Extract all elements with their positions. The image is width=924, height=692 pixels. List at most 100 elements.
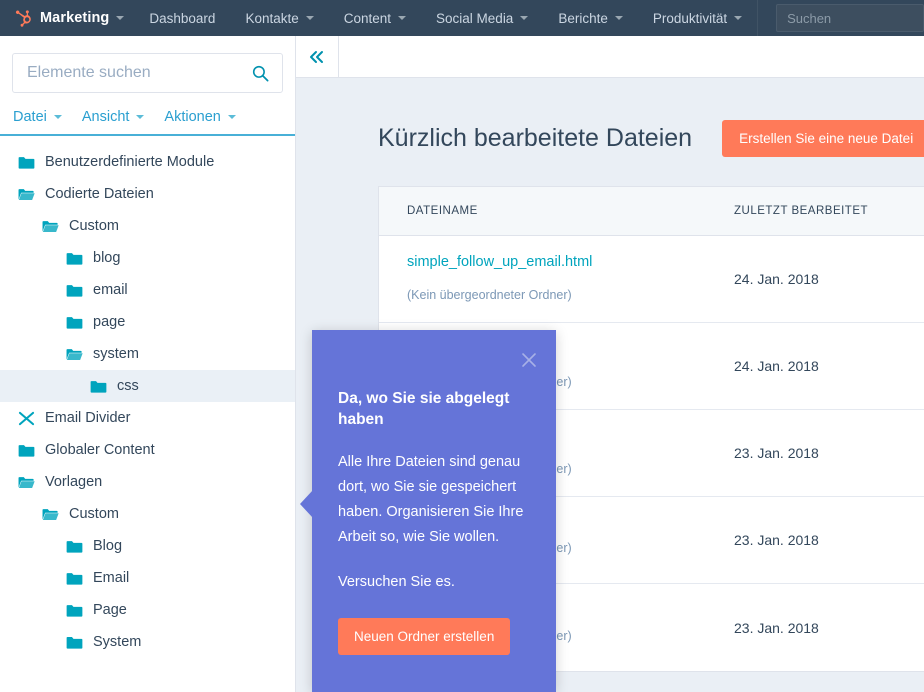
folder-closed-icon — [18, 156, 35, 169]
tree-item-css[interactable]: css — [0, 370, 295, 402]
cell-last-edited: 23. Jan. 2018 — [734, 619, 819, 636]
chevron-down-icon — [614, 16, 623, 20]
tooltip-body: Da, wo Sie sie abgelegt haben Alle Ihre … — [312, 330, 556, 656]
column-header-last-edited[interactable]: ZULETZT BEARBEITET — [734, 205, 924, 217]
folder-closed-icon — [90, 380, 107, 393]
chevron-down-icon — [398, 16, 407, 20]
search-input[interactable]: Elemente suchen — [12, 53, 283, 93]
main-toolbar — [296, 36, 924, 78]
nav-divider — [757, 0, 759, 36]
page-title: Kürzlich bearbeitete Dateien — [378, 124, 693, 152]
brand-label: Marketing — [40, 10, 110, 26]
panel-header: Kürzlich bearbeitete Dateien Erstellen S… — [378, 120, 924, 157]
tree-item-blog[interactable]: Blog — [0, 530, 295, 562]
tooltip-arrow — [300, 490, 313, 518]
search-icon[interactable] — [251, 64, 270, 83]
nav-item-content[interactable]: Content — [329, 0, 421, 36]
nav-item-social-media[interactable]: Social Media — [421, 0, 543, 36]
tree-item-label: Custom — [69, 505, 119, 522]
nav-item-label: Berichte — [558, 10, 608, 26]
global-search-placeholder: Suchen — [787, 10, 832, 26]
folder-closed-icon — [66, 604, 83, 617]
nav-item-label: Produktivität — [652, 10, 728, 26]
chevron-down-icon — [520, 16, 529, 20]
table-row[interactable]: simple_follow_up_email.html (Kein übergeo… — [379, 236, 924, 323]
folder-open-icon — [18, 188, 35, 200]
tree-item-blog[interactable]: blog — [0, 242, 295, 274]
tree-item-email[interactable]: email — [0, 274, 295, 306]
tree-item-globaler-content[interactable]: Globaler Content — [0, 434, 295, 466]
chevron-down-icon — [116, 16, 125, 20]
tree-item-email-divider[interactable]: Email Divider — [0, 402, 295, 434]
chevron-down-icon — [305, 16, 314, 20]
nav-item-produktivitaet[interactable]: Produktivität — [638, 0, 757, 36]
file-link[interactable]: simple_follow_up_email.html — [407, 254, 734, 270]
menu-ansicht[interactable]: Ansicht — [82, 109, 145, 125]
tree-item-label: Email Divider — [45, 409, 131, 426]
tooltip-title: Da, wo Sie sie abgelegt haben — [338, 390, 510, 429]
tree-item-vorlagen[interactable]: Vorlagen — [0, 466, 295, 498]
cell-last-edited: 24. Jan. 2018 — [734, 271, 819, 287]
global-search-input[interactable]: Suchen — [776, 4, 924, 32]
column-header-filename[interactable]: DATEINAME — [379, 205, 734, 217]
nav-item-label: Content — [343, 10, 392, 26]
brand-marketing-menu[interactable]: Marketing — [0, 0, 134, 36]
tree-item-page[interactable]: page — [0, 306, 295, 338]
chevron-double-left-icon — [310, 50, 323, 63]
tree-item-label: system — [93, 345, 139, 362]
tree-item-label: css — [117, 377, 139, 394]
tree-item-label: Page — [93, 601, 127, 618]
tree-item-codierte-dateien[interactable]: Codierte Dateien — [0, 178, 295, 210]
sidebar-search-container: Elemente suchen — [0, 36, 295, 93]
folder-closed-icon — [66, 572, 83, 585]
tree-item-label: Blog — [93, 537, 123, 554]
tree-item-system[interactable]: system — [0, 338, 295, 370]
folder-open-icon — [66, 348, 83, 360]
tree-item-label: Email — [93, 569, 130, 586]
scissors-icon — [18, 411, 35, 425]
menu-label: Aktionen — [164, 109, 221, 125]
folder-closed-icon — [66, 540, 83, 553]
tree-item-custom[interactable]: Custom — [0, 498, 295, 530]
nav-item-label: Dashboard — [149, 10, 216, 26]
chevron-down-icon — [734, 16, 743, 20]
create-new-folder-button[interactable]: Neuen Ordner erstellen — [338, 618, 511, 656]
sidebar-scrollbar[interactable] — [291, 36, 295, 692]
menu-datei[interactable]: Datei — [13, 109, 62, 125]
create-new-file-button[interactable]: Erstellen Sie eine neue Datei — [722, 120, 924, 157]
tree-item-label: Custom — [69, 217, 119, 234]
tree-item-custom[interactable]: Custom — [0, 210, 295, 242]
collapse-sidebar-button[interactable] — [296, 36, 339, 77]
tree-item-email[interactable]: Email — [0, 562, 295, 594]
file-parent-folder: (Kein übergeordneter Ordner) — [407, 288, 572, 302]
folder-open-icon — [42, 508, 59, 520]
tree-item-label: Vorlagen — [45, 473, 103, 490]
nav-item-label: Social Media — [436, 10, 514, 26]
folder-closed-icon — [66, 316, 83, 329]
tooltip-paragraph: Alle Ihre Dateien sind genau dort, wo Si… — [338, 453, 524, 545]
menu-label: Datei — [13, 109, 47, 125]
hubspot-sprocket-icon — [15, 10, 31, 27]
close-icon[interactable] — [520, 351, 538, 369]
tree-item-system[interactable]: System — [0, 626, 295, 658]
chevron-down-icon — [227, 115, 236, 119]
nav-item-berichte[interactable]: Berichte — [543, 0, 638, 36]
menu-label: Ansicht — [81, 109, 130, 125]
tree-item-benutzerdefinierte-module[interactable]: Benutzerdefinierte Module — [0, 146, 295, 178]
tree-item-label: email — [93, 281, 128, 298]
folder-open-icon — [18, 476, 35, 488]
tree-item-label: blog — [93, 249, 121, 266]
tree-item-page[interactable]: Page — [0, 594, 295, 626]
tree-item-label: System — [93, 633, 142, 650]
tree-item-label: Benutzerdefinierte Module — [45, 153, 215, 170]
cell-last-edited: 23. Jan. 2018 — [734, 445, 819, 461]
chevron-down-icon — [53, 115, 62, 119]
nav-item-kontakte[interactable]: Kontakte — [230, 0, 328, 36]
main-toolbar-spacer — [339, 36, 924, 77]
search-input-placeholder: Elemente suchen — [27, 64, 151, 81]
nav-item-dashboard[interactable]: Dashboard — [134, 0, 230, 36]
cell-last-edited: 23. Jan. 2018 — [734, 532, 819, 548]
folder-closed-icon — [66, 636, 83, 649]
cell-filename: simple_follow_up_email.html (Kein übergeo… — [379, 254, 734, 304]
menu-aktionen[interactable]: Aktionen — [164, 109, 236, 125]
